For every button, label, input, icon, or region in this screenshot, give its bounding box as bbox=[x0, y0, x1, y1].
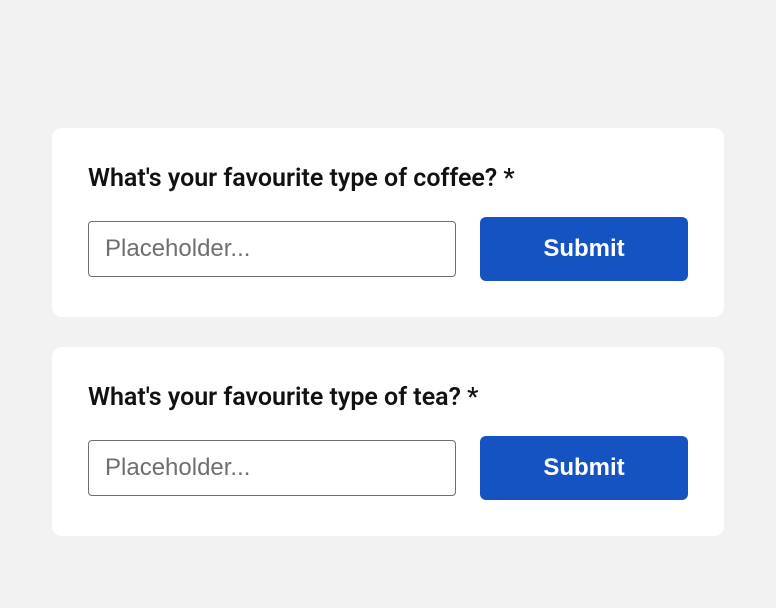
submit-button[interactable]: Submit bbox=[480, 436, 688, 500]
tea-input[interactable] bbox=[88, 440, 456, 496]
submit-button[interactable]: Submit bbox=[480, 217, 688, 281]
form-card-coffee: What's your favourite type of coffee? * … bbox=[52, 128, 724, 317]
form-row: Submit bbox=[88, 436, 688, 500]
question-label: What's your favourite type of coffee? * bbox=[88, 164, 688, 193]
form-row: Submit bbox=[88, 217, 688, 281]
question-label: What's your favourite type of tea? * bbox=[88, 383, 688, 412]
form-card-tea: What's your favourite type of tea? * Sub… bbox=[52, 347, 724, 536]
coffee-input[interactable] bbox=[88, 221, 456, 277]
